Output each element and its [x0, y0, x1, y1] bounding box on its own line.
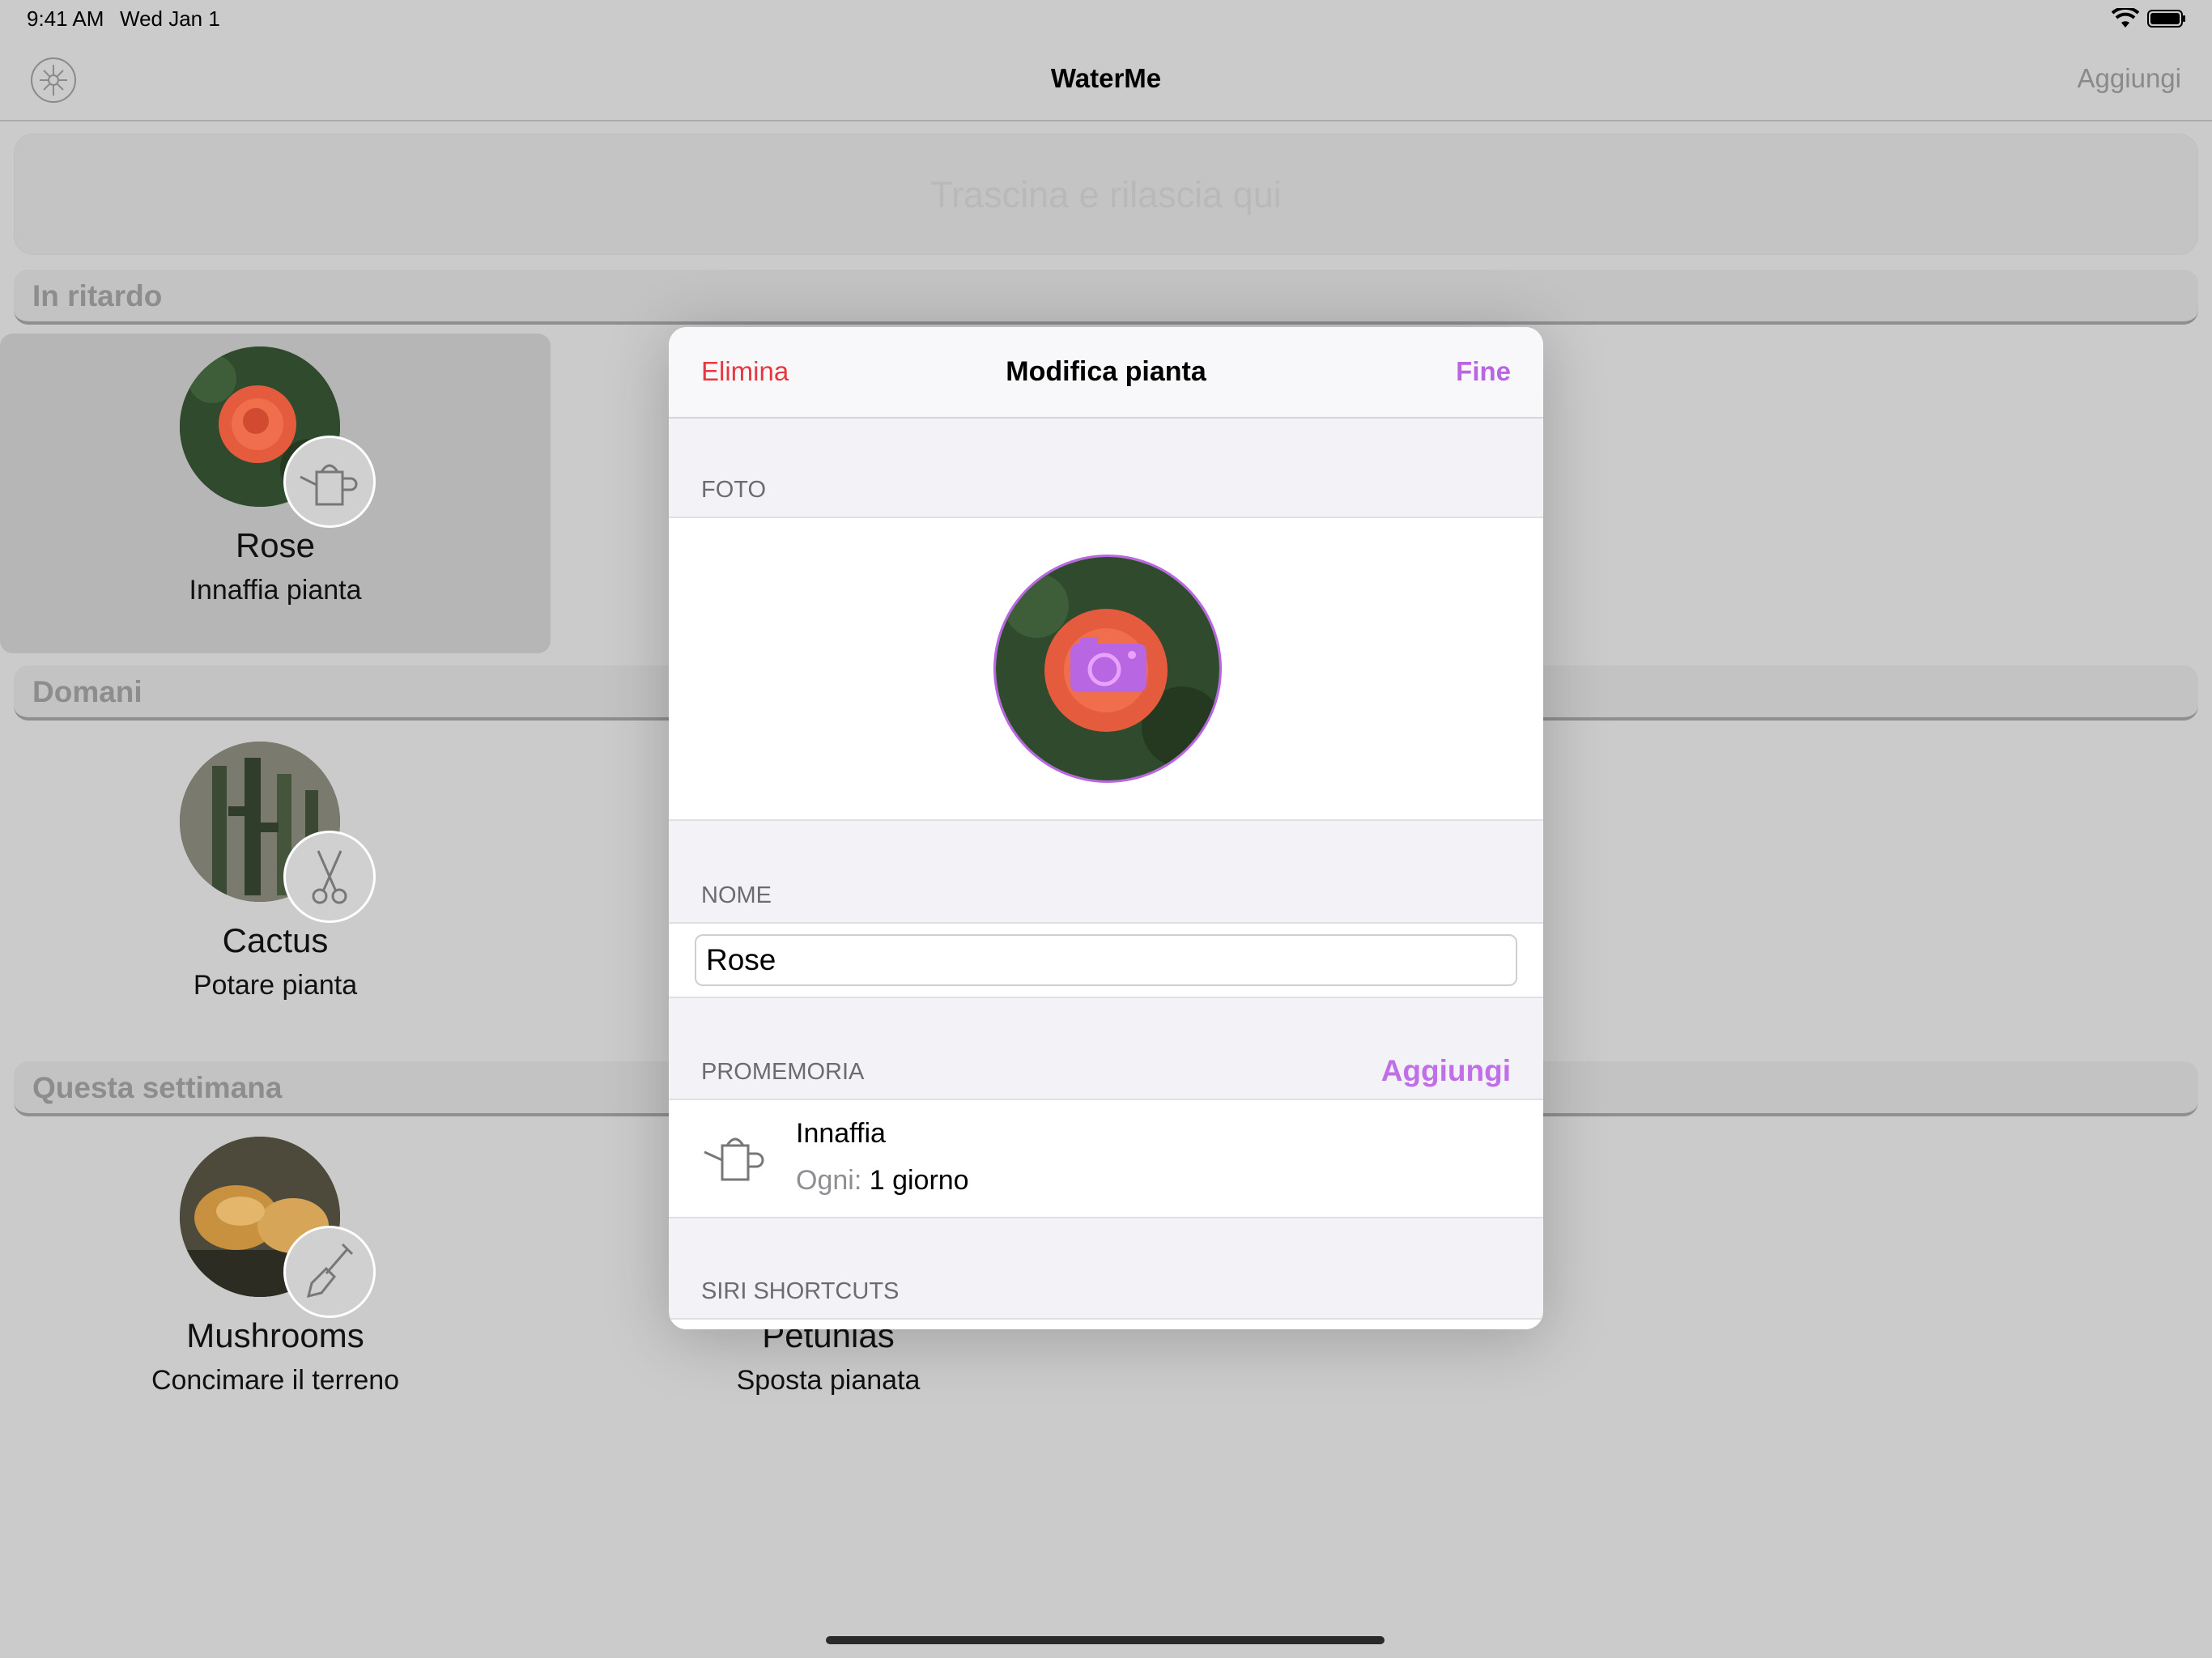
reminder-row[interactable]: Innaffia Ogni: 1 giorno	[669, 1099, 1543, 1218]
name-section-label: NOME	[701, 882, 772, 908]
navigation-bar: WaterMe Aggiungi	[0, 40, 2212, 121]
add-plant-button[interactable]: Aggiungi	[2078, 63, 2181, 94]
scissors-icon	[283, 831, 376, 923]
plant-photo-picker[interactable]	[993, 555, 1222, 783]
camera-icon	[1070, 637, 1146, 692]
done-button[interactable]: Fine	[1456, 356, 1511, 387]
photo-cell	[669, 517, 1543, 821]
siri-shortcuts-section-label: SIRI SHORTCUTS	[701, 1278, 900, 1304]
section-header-overdue: In ritardo	[14, 270, 2198, 325]
siri-shortcuts-cell	[669, 1318, 1543, 1329]
section-title: In ritardo	[32, 279, 163, 312]
plant-task: Concimare il terreno	[151, 1365, 400, 1396]
plant-cell-mushrooms[interactable]: Mushrooms Concimare il terreno	[0, 1124, 551, 1443]
modal-title: Modifica pianta	[1006, 356, 1206, 387]
plant-cell-cactus[interactable]: Cactus Potare pianta	[0, 729, 551, 1048]
plant-name: Cactus	[222, 921, 329, 959]
shovel-icon	[283, 1226, 376, 1318]
app-title: WaterMe	[1050, 63, 1162, 93]
modal-header: Elimina Modifica pianta Fine	[669, 327, 1543, 419]
drag-drop-zone[interactable]: Trascina e rilascia qui	[14, 134, 2198, 255]
reminder-title: Innaffia	[796, 1118, 886, 1149]
edit-plant-modal: Elimina Modifica pianta Fine FOTO NOME P…	[669, 327, 1543, 1329]
interval-label: Ogni:	[796, 1165, 862, 1196]
plant-name: Mushrooms	[186, 1316, 364, 1354]
home-indicator[interactable]	[826, 1636, 1385, 1644]
plant-task: Potare pianta	[193, 970, 358, 1001]
battery-icon	[2147, 10, 2185, 28]
wifi-icon	[2112, 8, 2139, 28]
interval-value: 1 giorno	[869, 1165, 969, 1196]
reminders-section-label: PROMEMORIA	[701, 1059, 865, 1085]
status-date: Wed Jan 1	[120, 6, 220, 31]
reminder-interval: Ogni: 1 giorno	[796, 1165, 969, 1197]
status-time: 9:41 AM	[27, 6, 104, 31]
photo-section-label: FOTO	[701, 477, 767, 503]
add-reminder-button[interactable]: Aggiungi	[1381, 1054, 1511, 1088]
drag-drop-label: Trascina e rilascia qui	[930, 174, 1282, 215]
section-title: Domani	[32, 675, 143, 708]
plant-task: Innaffia pianta	[189, 575, 362, 606]
watering-can-icon	[704, 1137, 764, 1181]
status-bar: 9:41 AM Wed Jan 1	[0, 0, 2212, 40]
plant-name: Rose	[235, 526, 316, 564]
plant-task: Sposta pianata	[736, 1365, 921, 1396]
name-cell	[669, 922, 1543, 998]
plant-cell-rose[interactable]: Rose Innaffia pianta	[0, 334, 551, 653]
watering-can-icon	[283, 436, 376, 528]
plant-name-field[interactable]	[695, 934, 1517, 986]
section-title: Questa settimana	[32, 1071, 283, 1104]
